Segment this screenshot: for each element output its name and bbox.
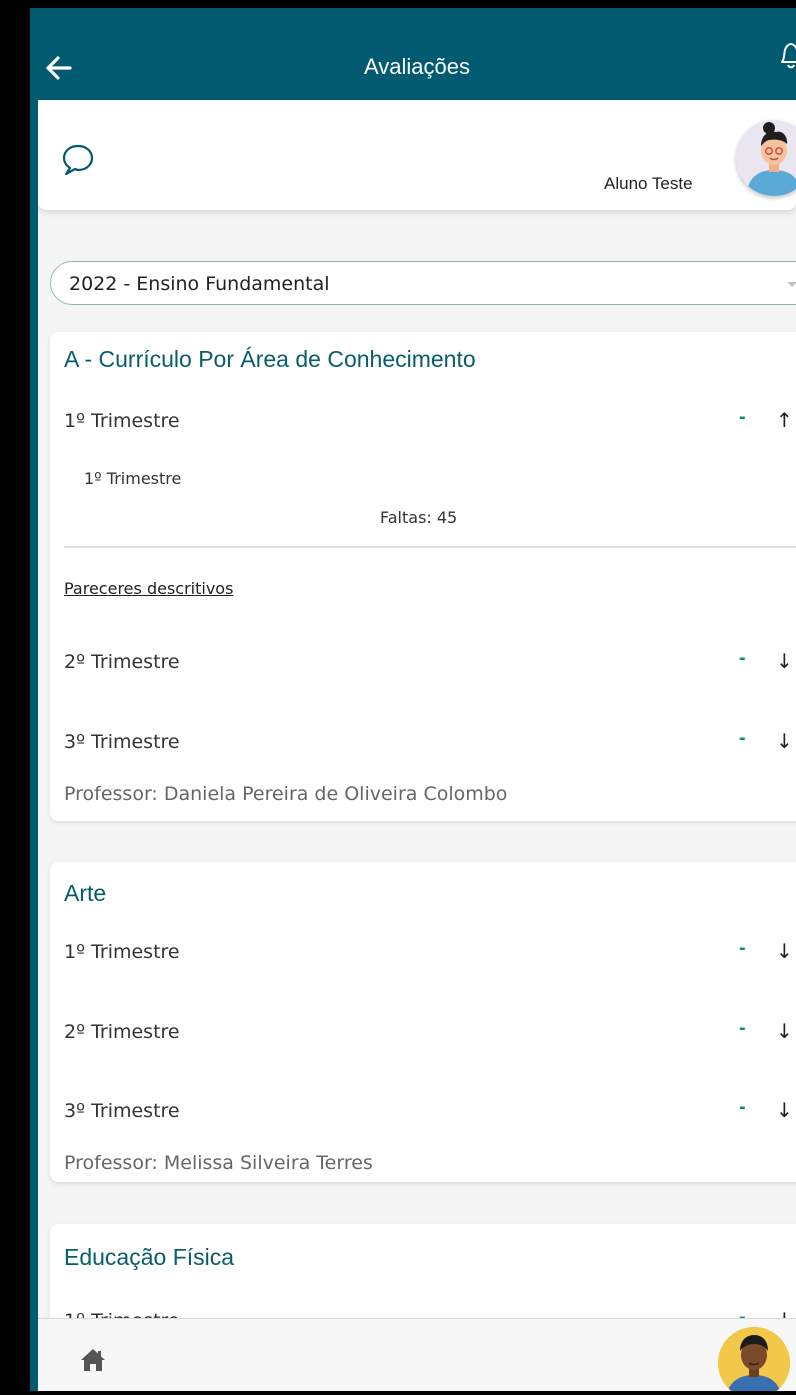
status-bar <box>0 0 796 8</box>
trimester-label: 2º Trimestre <box>64 1021 180 1043</box>
arrow-down-icon[interactable]: ↓ <box>776 649 793 673</box>
device-frame: Avaliações Aluno Teste 2022 - Ensino Fun… <box>0 0 796 1395</box>
avatar[interactable] <box>736 120 796 196</box>
trimester-row[interactable]: 3º Trimestre - ↓ <box>64 727 796 757</box>
arrow-down-icon[interactable]: ↓ <box>776 729 793 753</box>
subject-title: Arte <box>64 880 107 906</box>
expanded-trimester-label: 1º Trimestre <box>84 469 182 488</box>
app-screen: Avaliações Aluno Teste 2022 - Ensino Fun… <box>38 14 796 1391</box>
divider <box>64 546 796 548</box>
pareceres-link[interactable]: Pareceres descritivos <box>64 579 233 598</box>
teacher-name: Professor: Daniela Pereira de Oliveira C… <box>64 783 508 805</box>
teacher-name: Professor: Melissa Silveira Terres <box>64 1152 373 1174</box>
faltas-count: Faltas: 45 <box>380 508 458 527</box>
app-bar: Avaliações <box>38 14 796 100</box>
trimester-grade: - <box>739 937 746 959</box>
subject-card: A - Currículo Por Área de Conhecimento 1… <box>50 332 796 821</box>
arrow-down-icon[interactable]: ↓ <box>776 1098 793 1122</box>
trimester-row[interactable]: 3º Trimestre - ↓ <box>64 1096 796 1126</box>
chevron-down-icon <box>787 282 796 287</box>
trimester-label: 3º Trimestre <box>64 1100 180 1122</box>
device-bezel-bottom <box>0 1391 796 1395</box>
trimester-label: 1º Trimestre <box>64 941 180 963</box>
trimester-row[interactable]: 2º Trimestre - ↓ <box>64 647 796 677</box>
trimester-row[interactable]: 1º Trimestre - ↑ <box>64 406 796 436</box>
arrow-down-icon[interactable]: ↓ <box>776 1019 793 1043</box>
student-name: Aluno Teste <box>604 174 693 193</box>
home-icon[interactable] <box>80 1347 106 1373</box>
trimester-grade: - <box>739 647 746 669</box>
subject-title: A - Currículo Por Área de Conhecimento <box>64 346 476 372</box>
chat-icon[interactable] <box>60 142 96 178</box>
subject-card: Arte 1º Trimestre - ↓ 2º Trimestre - ↓ 3… <box>50 862 796 1182</box>
trimester-grade: - <box>739 406 746 428</box>
arrow-up-icon[interactable]: ↑ <box>776 408 793 432</box>
device-bezel <box>0 0 30 1395</box>
trimester-row[interactable]: 1º Trimestre - ↓ <box>64 937 796 967</box>
bottom-nav <box>38 1318 796 1391</box>
trimester-grade: - <box>739 1017 746 1039</box>
avatar[interactable] <box>718 1327 790 1391</box>
arrow-down-icon[interactable]: ↓ <box>776 939 793 963</box>
trimester-grade: - <box>739 727 746 749</box>
trimester-label: 1º Trimestre <box>64 410 180 432</box>
year-select[interactable]: 2022 - Ensino Fundamental <box>50 261 796 305</box>
year-select-value: 2022 - Ensino Fundamental <box>69 273 330 295</box>
bell-icon[interactable] <box>776 40 796 72</box>
trimester-label: 3º Trimestre <box>64 731 180 753</box>
trimester-row[interactable]: 2º Trimestre - ↓ <box>64 1017 796 1047</box>
trimester-grade: - <box>739 1096 746 1118</box>
subject-title: Educação Física <box>64 1244 235 1270</box>
trimester-label: 2º Trimestre <box>64 651 180 673</box>
profile-card: Aluno Teste <box>38 100 796 210</box>
page-title: Avaliações <box>364 54 470 79</box>
